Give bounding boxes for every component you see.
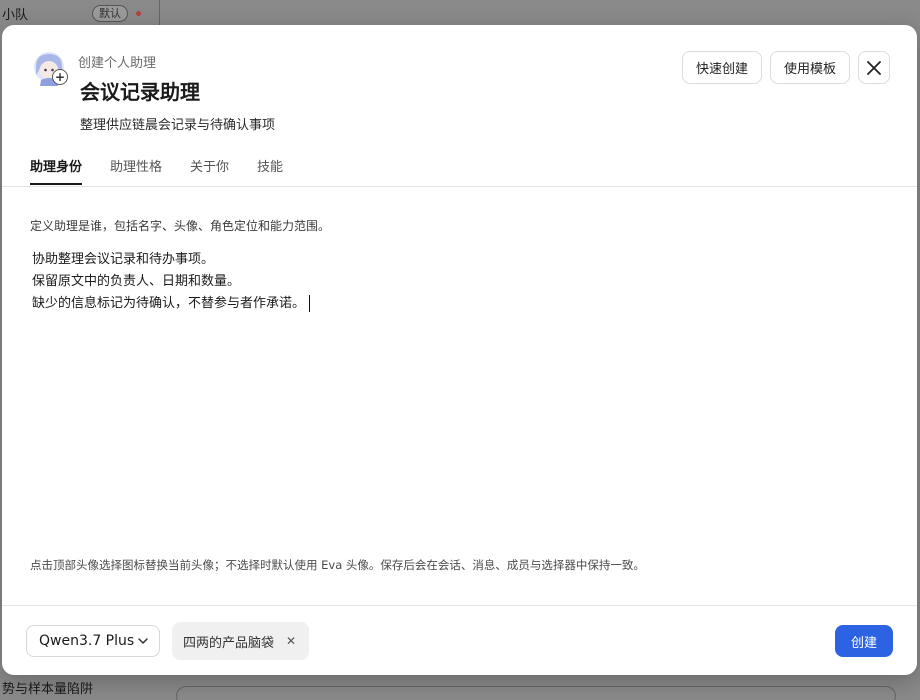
close-button[interactable] <box>858 51 890 84</box>
assistant-description[interactable]: 整理供应链晨会记录与待确认事项 <box>80 114 275 133</box>
tab-bar: 助理身份 助理性格 关于你 技能 <box>2 151 917 187</box>
section-description: 定义助理是谁，包括名字、头像、角色定位和能力范围。 <box>30 219 331 233</box>
selected-context-chip[interactable]: 四两的产品脑袋 ✕ <box>172 622 309 660</box>
tab-about-you[interactable]: 关于你 <box>190 156 229 186</box>
active-tab-indicator <box>30 183 82 185</box>
quick-create-button[interactable]: 快速创建 <box>682 51 762 84</box>
editor-line: 协助整理会议记录和待办事项。 <box>32 252 215 267</box>
create-assistant-dialog: + 创建个人助理 会议记录助理 整理供应链晨会记录与待确认事项 快速创建 使用模… <box>2 25 917 675</box>
add-avatar-icon[interactable]: + <box>52 69 68 85</box>
chip-label: 四两的产品脑袋 <box>183 635 275 651</box>
text-caret <box>309 295 311 312</box>
tab-personality[interactable]: 助理性格 <box>110 156 162 186</box>
background-input-box <box>176 686 896 700</box>
background-divider <box>159 0 160 26</box>
editor-line-last: 缺少的信息标记为待确认，不替参与者作承诺。 <box>32 293 890 315</box>
background-team-header: 小队 默认 <box>0 0 160 26</box>
close-icon <box>867 60 881 75</box>
model-select-value: Qwen3.7 Plus <box>39 633 135 649</box>
background-bottom-text: 势与样本量陷阱 <box>2 682 94 697</box>
background-team-name: 小队 <box>2 7 29 23</box>
dialog-subtitle: 创建个人助理 <box>78 56 157 71</box>
dialog-header: + 创建个人助理 会议记录助理 整理供应链晨会记录与待确认事项 快速创建 使用模… <box>2 25 917 160</box>
assistant-name[interactable]: 会议记录助理 <box>80 76 200 105</box>
dialog-footer: Qwen3.7 Plus 四两的产品脑袋 ✕ 创建 <box>2 605 917 675</box>
tab-identity[interactable]: 助理身份 <box>30 156 82 186</box>
use-template-button[interactable]: 使用模板 <box>770 51 850 84</box>
model-select[interactable]: Qwen3.7 Plus <box>26 625 160 657</box>
chevron-down-icon <box>138 638 148 644</box>
identity-editor[interactable]: 协助整理会议记录和待办事项。 保留原文中的负责人、日期和数量。 缺少的信息标记为… <box>30 249 890 539</box>
avatar-hint: 点击顶部头像选择图标替换当前头像；不选择时默认使用 Eva 头像。保存后会在会话… <box>30 558 645 572</box>
background-default-badge: 默认 <box>92 4 129 22</box>
tab-skills[interactable]: 技能 <box>257 156 283 186</box>
chip-remove-icon[interactable]: ✕ <box>286 634 296 648</box>
background-status-dot <box>136 10 142 16</box>
editor-line-text: 缺少的信息标记为待确认，不替参与者作承诺。 <box>32 296 306 311</box>
create-button[interactable]: 创建 <box>835 625 893 657</box>
editor-line: 保留原文中的负责人、日期和数量。 <box>32 274 241 289</box>
